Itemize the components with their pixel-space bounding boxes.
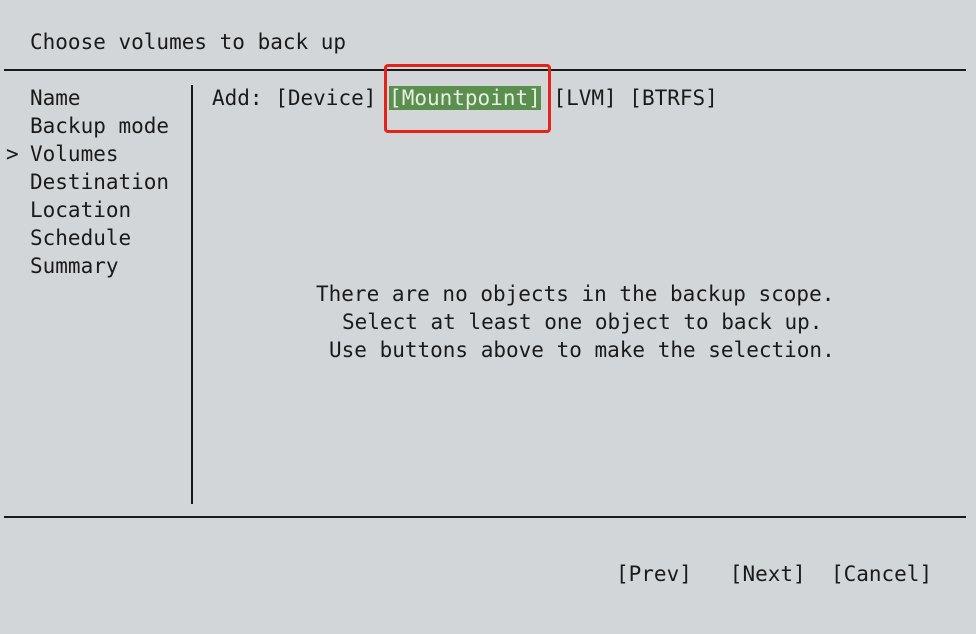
nav-item-volumes[interactable]: Volumes [30, 140, 119, 168]
empty-message-line-2: Select at least one object to back up. [342, 310, 823, 334]
page-title: Choose volumes to back up [30, 30, 347, 54]
nav-item-summary[interactable]: Summary [30, 252, 119, 280]
nav-item-schedule[interactable]: Schedule [30, 224, 131, 252]
add-label: Add: [212, 86, 263, 110]
nav-item-name[interactable]: Name [30, 84, 81, 112]
footer-buttons: [Prev] [Next] [Cancel] [616, 560, 932, 588]
empty-message-line-3: Use buttons above to make the selection. [329, 338, 835, 362]
nav-item-backup-mode[interactable]: Backup mode [30, 112, 169, 140]
nav-current-marker: > [6, 142, 19, 166]
next-button[interactable]: [Next] [730, 562, 806, 586]
prev-button[interactable]: [Prev] [616, 562, 692, 586]
bottom-divider [4, 516, 966, 518]
nav-item-destination[interactable]: Destination [30, 168, 169, 196]
nav-item-location[interactable]: Location [30, 196, 131, 224]
sidebar-divider [191, 85, 193, 504]
empty-message-line-1: There are no objects in the backup scope… [316, 282, 835, 306]
highlight-box [384, 64, 551, 133]
cancel-button[interactable]: [Cancel] [831, 562, 932, 586]
lvm-button[interactable]: [LVM] [553, 86, 616, 110]
btrfs-button[interactable]: [BTRFS] [629, 86, 718, 110]
device-button[interactable]: [Device] [275, 86, 376, 110]
